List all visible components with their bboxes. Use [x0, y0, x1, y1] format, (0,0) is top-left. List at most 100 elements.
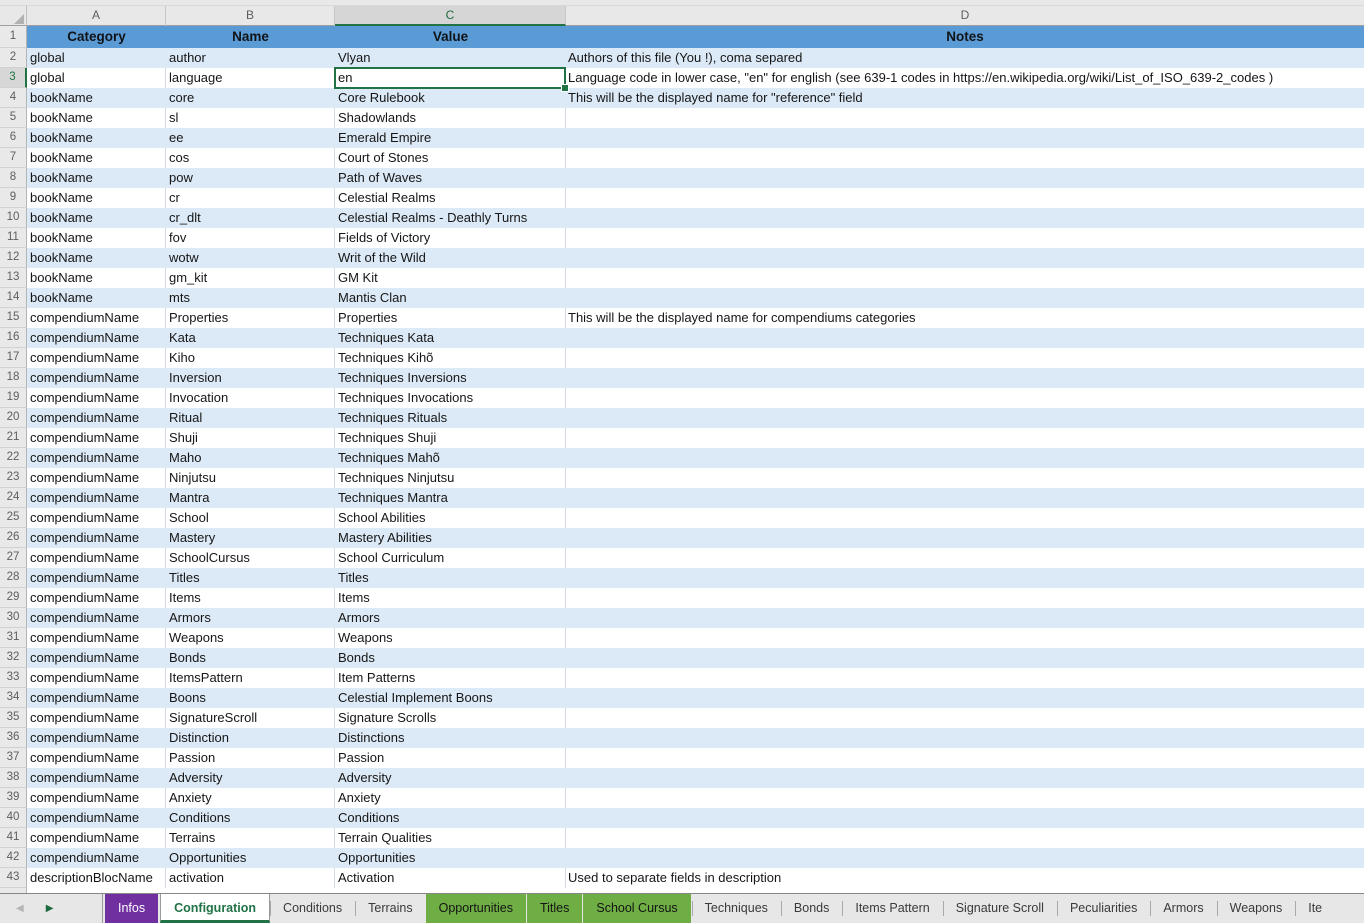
cell-value[interactable]: Mastery Abilities — [335, 528, 566, 548]
cell-name[interactable]: wotw — [166, 248, 335, 268]
sheet-tab-bonds[interactable]: Bonds — [781, 894, 842, 923]
cell-category[interactable]: bookName — [27, 128, 166, 148]
cell-value[interactable]: Emerald Empire — [335, 128, 566, 148]
cell-name[interactable]: cr_dlt — [166, 208, 335, 228]
row-number[interactable]: 22 — [0, 448, 27, 468]
cell-name[interactable]: language — [166, 68, 335, 88]
row-number[interactable]: 21 — [0, 428, 27, 448]
sheet-tab-weapons[interactable]: Weapons — [1217, 894, 1296, 923]
cell-name[interactable]: Invocation — [166, 388, 335, 408]
cell-category[interactable]: bookName — [27, 168, 166, 188]
row-number[interactable]: 29 — [0, 588, 27, 608]
row-number[interactable]: 42 — [0, 848, 27, 868]
cell-value[interactable]: Conditions — [335, 808, 566, 828]
cell-category[interactable]: compendiumName — [27, 368, 166, 388]
cell-name[interactable]: Distinction — [166, 728, 335, 748]
cell-category[interactable]: compendiumName — [27, 528, 166, 548]
cell-value[interactable]: Techniques Invocations — [335, 388, 566, 408]
row-number[interactable]: 13 — [0, 268, 27, 288]
cell-value[interactable]: Techniques Ninjutsu — [335, 468, 566, 488]
cell-notes[interactable] — [566, 408, 1364, 428]
row-number[interactable]: 37 — [0, 748, 27, 768]
cell-name[interactable]: Kata — [166, 328, 335, 348]
cell-notes[interactable] — [566, 268, 1364, 288]
row-number[interactable]: 32 — [0, 648, 27, 668]
cell-name[interactable]: School — [166, 508, 335, 528]
column-header-b[interactable]: B — [166, 6, 335, 26]
cell-notes[interactable] — [566, 128, 1364, 148]
cell-name[interactable]: Maho — [166, 448, 335, 468]
cell-notes[interactable] — [566, 608, 1364, 628]
cell-notes[interactable] — [566, 148, 1364, 168]
row-number[interactable]: 10 — [0, 208, 27, 228]
cell-value[interactable]: Shadowlands — [335, 108, 566, 128]
cell-notes[interactable] — [566, 628, 1364, 648]
cell-notes[interactable] — [566, 668, 1364, 688]
cell-notes[interactable] — [566, 768, 1364, 788]
row-number[interactable]: 16 — [0, 328, 27, 348]
sheet-tab-conditions[interactable]: Conditions — [270, 894, 355, 923]
cell-name[interactable]: Items — [166, 588, 335, 608]
cell-category[interactable]: bookName — [27, 288, 166, 308]
column-header-c[interactable]: C — [335, 6, 566, 26]
sheet-tab-ite[interactable]: Ite — [1295, 894, 1335, 923]
cell-notes[interactable] — [566, 188, 1364, 208]
cell-value[interactable]: Fields of Victory — [335, 228, 566, 248]
cell-name[interactable]: Terrains — [166, 828, 335, 848]
cell-value[interactable]: Adversity — [335, 768, 566, 788]
column-header-value[interactable]: Value — [335, 26, 566, 48]
row-number[interactable]: 40 — [0, 808, 27, 828]
cell-notes[interactable] — [566, 548, 1364, 568]
row-number[interactable]: 15 — [0, 308, 27, 328]
cell-notes[interactable] — [566, 208, 1364, 228]
cell-name[interactable]: Conditions — [166, 808, 335, 828]
cell-name[interactable]: Adversity — [166, 768, 335, 788]
row-number[interactable]: 19 — [0, 388, 27, 408]
cell-value[interactable]: en — [335, 68, 566, 88]
cell-category[interactable]: compendiumName — [27, 668, 166, 688]
cell-category[interactable]: compendiumName — [27, 768, 166, 788]
prev-sheet-icon[interactable]: ◀ — [16, 904, 24, 914]
cell-notes[interactable] — [566, 428, 1364, 448]
row-number[interactable]: 38 — [0, 768, 27, 788]
row-number[interactable]: 25 — [0, 508, 27, 528]
cell-name[interactable]: ee — [166, 128, 335, 148]
cell-notes[interactable] — [566, 528, 1364, 548]
cell-notes[interactable] — [566, 848, 1364, 868]
next-sheet-icon[interactable]: ▶ — [46, 904, 54, 914]
cell-category[interactable]: bookName — [27, 148, 166, 168]
row-number[interactable]: 39 — [0, 788, 27, 808]
cell-notes[interactable] — [566, 508, 1364, 528]
cell-notes[interactable] — [566, 748, 1364, 768]
cell-name[interactable]: ItemsPattern — [166, 668, 335, 688]
cell-value[interactable]: School Abilities — [335, 508, 566, 528]
cell-notes[interactable] — [566, 368, 1364, 388]
cell-category[interactable]: compendiumName — [27, 748, 166, 768]
cell-name[interactable]: Passion — [166, 748, 335, 768]
cell-notes[interactable] — [566, 808, 1364, 828]
cell-value[interactable]: Weapons — [335, 628, 566, 648]
cell-name[interactable]: core — [166, 88, 335, 108]
cell-notes[interactable]: Used to separate fields in description — [566, 868, 1364, 888]
cell-name[interactable]: Weapons — [166, 628, 335, 648]
row-number[interactable]: 12 — [0, 248, 27, 268]
row-number[interactable]: 5 — [0, 108, 27, 128]
cell-value[interactable]: Techniques Mantra — [335, 488, 566, 508]
cell-notes[interactable] — [566, 108, 1364, 128]
cell-notes[interactable] — [566, 688, 1364, 708]
row-number[interactable]: 17 — [0, 348, 27, 368]
cell-category[interactable]: compendiumName — [27, 408, 166, 428]
row-number[interactable]: 26 — [0, 528, 27, 548]
fill-handle[interactable] — [561, 84, 569, 92]
cell-value[interactable]: Distinctions — [335, 728, 566, 748]
cell-notes[interactable] — [566, 228, 1364, 248]
row-number[interactable]: 43 — [0, 868, 27, 888]
cell-value[interactable]: Techniques Rituals — [335, 408, 566, 428]
row-number[interactable]: 18 — [0, 368, 27, 388]
cell-category[interactable]: compendiumName — [27, 568, 166, 588]
cell-name[interactable]: Ritual — [166, 408, 335, 428]
cell-name[interactable]: SignatureScroll — [166, 708, 335, 728]
cell-name[interactable]: gm_kit — [166, 268, 335, 288]
cell-name[interactable]: SchoolCursus — [166, 548, 335, 568]
cell-notes[interactable] — [566, 168, 1364, 188]
